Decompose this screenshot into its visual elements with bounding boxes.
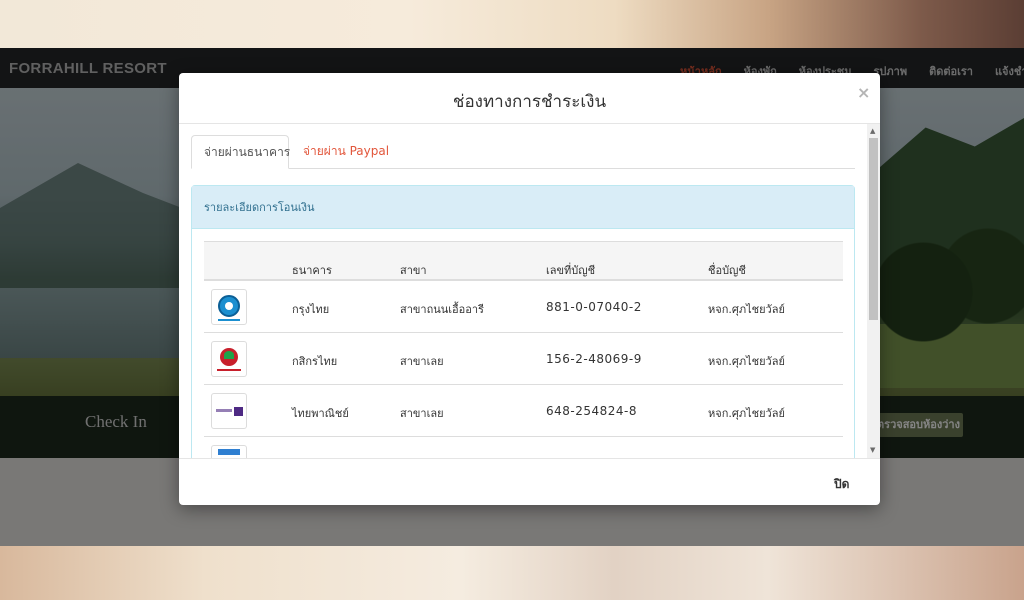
modal-scrollbar[interactable]: ▲ ▼ [867, 124, 880, 458]
kbank-logo-icon [211, 341, 247, 377]
ktb-logo-icon [211, 289, 247, 325]
account-name: หจก.ศุภไชยวัลย์ [708, 355, 785, 368]
bank-name: กรุงไทย [292, 303, 330, 316]
background-top-band [0, 0, 1024, 48]
close-icon[interactable]: × [857, 83, 870, 102]
tab-bank-transfer[interactable]: จ่ายผ่านธนาคาร [191, 135, 290, 169]
payment-modal: ช่องทางการชำระเงิน × จ่ายผ่านธนาคาร จ่าย… [179, 73, 880, 505]
scroll-down-arrow-icon[interactable]: ▼ [870, 446, 875, 454]
tab-paypal[interactable]: จ่ายผ่าน Paypal [291, 135, 401, 169]
account-name: หจก.ศุภไชยวัลย์ [708, 407, 785, 420]
header-account-number: เลขที่บัญชี [546, 264, 596, 277]
account-number: 648-254824-8 [546, 404, 638, 418]
modal-header: ช่องทางการชำระเงิน × [179, 73, 880, 124]
table-row: ไทยพาณิชย์ สาขาเลย 648-254824-8 หจก.ศุภไ… [204, 385, 843, 437]
branch-name: สาขาเลย [400, 407, 444, 420]
scb-logo-icon [211, 393, 247, 429]
payment-tabs: จ่ายผ่านธนาคาร จ่ายผ่าน Paypal [191, 135, 855, 169]
account-number: 156-2-48069-9 [546, 352, 642, 366]
table-row [204, 437, 843, 458]
bank-logo-icon [211, 445, 247, 458]
bank-name: กสิกรไทย [292, 355, 338, 368]
background-bottom-band [0, 546, 1024, 600]
branch-name: สาขาถนนเอื้ออารี [400, 303, 484, 316]
header-account-name: ชื่อบัญชี [708, 264, 746, 277]
close-button[interactable]: ปิด [834, 475, 849, 494]
scroll-up-arrow-icon[interactable]: ▲ [870, 127, 875, 135]
header-branch: สาขา [400, 264, 427, 277]
account-name: หจก.ศุภไชยวัลย์ [708, 303, 785, 316]
table-row: กรุงไทย สาขาถนนเอื้ออารี 881-0-07040-2 ห… [204, 281, 843, 333]
header-bank: ธนาคาร [292, 264, 332, 277]
table-row: กสิกรไทย สาขาเลย 156-2-48069-9 หจก.ศุภไช… [204, 333, 843, 385]
bank-name: ไทยพาณิชย์ [292, 407, 349, 420]
branch-name: สาขาเลย [400, 355, 444, 368]
transfer-details-panel: รายละเอียดการโอนเงิน ธนาคาร สาขา เลขที่บ… [191, 185, 855, 458]
account-number: 881-0-07040-2 [546, 300, 642, 314]
modal-footer: ปิด [179, 458, 880, 505]
modal-title: ช่องทางการชำระเงิน [452, 92, 607, 112]
panel-heading: รายละเอียดการโอนเงิน [192, 186, 854, 229]
table-header: ธนาคาร สาขา เลขที่บัญชี ชื่อบัญชี [204, 241, 843, 281]
modal-body: จ่ายผ่านธนาคาร จ่ายผ่าน Paypal รายละเอีย… [179, 124, 880, 458]
scrollbar-thumb[interactable] [869, 138, 878, 320]
